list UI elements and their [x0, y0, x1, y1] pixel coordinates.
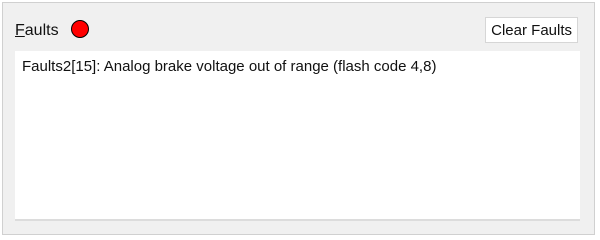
fault-list-item: Faults2[15]: Analog brake voltage out of… [22, 58, 437, 75]
clear-faults-button[interactable]: Clear Faults [485, 17, 578, 43]
fault-status-indicator [71, 20, 89, 38]
faults-panel: Faults Clear Faults Faults2[15]: Analog … [2, 2, 595, 235]
faults-title-mnemonic: F [15, 22, 25, 39]
faults-header: Faults Clear Faults [15, 17, 578, 43]
faults-title-rest: aults [24, 22, 59, 39]
faults-list[interactable]: Faults2[15]: Analog brake voltage out of… [15, 51, 580, 221]
faults-title: Faults [15, 22, 59, 40]
